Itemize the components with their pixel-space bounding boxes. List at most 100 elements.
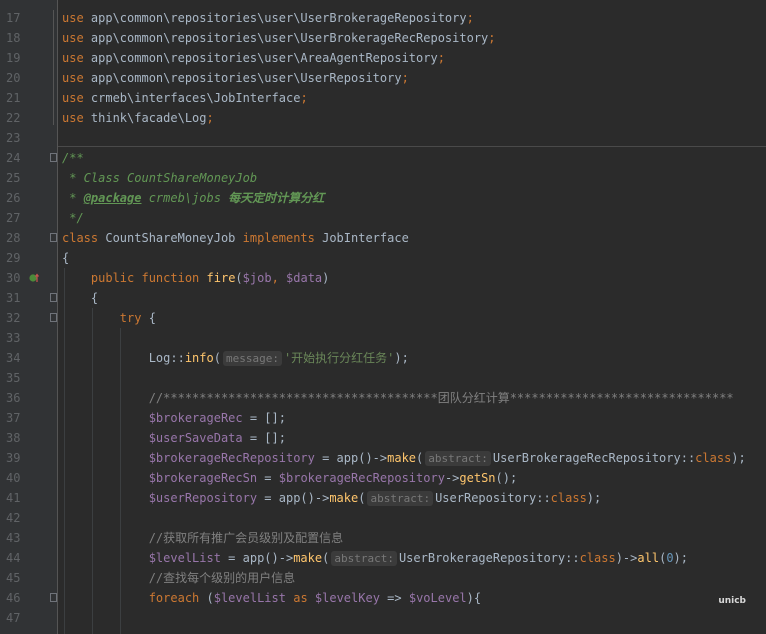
code-token: -> — [444, 471, 460, 485]
code-line[interactable]: 17 use app\common\repositories\user\UserB… — [0, 8, 766, 28]
code-line[interactable]: 18 use app\common\repositories\user\UserB… — [0, 28, 766, 48]
code-line[interactable]: 47 — [0, 608, 766, 628]
code-token: class — [62, 231, 99, 245]
code-line[interactable]: 43 //获取所有推广会员级别及配置信息 — [0, 528, 766, 548]
code-line[interactable]: 35 — [0, 368, 766, 388]
line-number: 19 — [6, 51, 21, 65]
code-text: use think\facade\Log; — [62, 108, 214, 128]
code-line[interactable]: 23 — [0, 128, 766, 148]
code-token: ; — [401, 71, 409, 85]
code-token: app\common\repositories\user\UserReposit… — [83, 71, 402, 85]
code-text: use app\common\repositories\user\UserRep… — [62, 68, 409, 88]
line-number: 45 — [6, 571, 21, 585]
code-line[interactable]: 20 use app\common\repositories\user\UserR… — [0, 68, 766, 88]
code-token: foreach — [148, 591, 200, 605]
code-token: => — [379, 591, 409, 605]
code-token: use — [62, 91, 84, 105]
code-token: UserRepository:: — [435, 491, 551, 505]
code-line[interactable]: 32 try { — [0, 308, 766, 328]
code-token: use — [62, 71, 84, 85]
code-text: use app\common\repositories\user\UserBro… — [62, 8, 474, 28]
code-token: ; — [466, 11, 474, 25]
code-text: /** — [62, 148, 84, 168]
code-line[interactable]: 37 $brokerageRec = []; — [0, 408, 766, 428]
code-token: getSn — [459, 471, 496, 485]
code-token: = app()-> — [220, 551, 294, 565]
code-token: fire — [206, 271, 236, 285]
code-token: = app()-> — [314, 451, 388, 465]
code-token: app\common\repositories\user\UserBrokera… — [83, 31, 489, 45]
code-line[interactable]: 21 use crmeb\interfaces\JobInterface; — [0, 88, 766, 108]
line-number: 44 — [6, 551, 21, 565]
code-line[interactable]: 31 { — [0, 288, 766, 308]
code-text: class CountShareMoneyJob implements JobI… — [62, 228, 409, 248]
code-token: CountShareMoneyJob — [98, 231, 243, 245]
code-text: * Class CountShareMoneyJob — [62, 168, 257, 188]
code-line[interactable]: 30 public function fire($job, $data) — [0, 268, 766, 288]
line-number: 33 — [6, 331, 21, 345]
code-text: foreach ($levelList as $levelKey => $voL… — [62, 588, 481, 608]
code-line[interactable]: 39 $brokerageRecRepository = app()->make… — [0, 448, 766, 468]
code-token: ; — [206, 111, 214, 125]
code-text: * @package crmeb\jobs 每天定时计算分红 — [62, 188, 324, 208]
code-token: use — [62, 111, 84, 125]
code-line[interactable]: 38 $userSaveData = []; — [0, 428, 766, 448]
code-token: ( — [199, 591, 214, 605]
code-token: * Class CountShareMoneyJob — [62, 171, 258, 185]
watermark-logo: unicb — [718, 596, 746, 606]
code-token: $brokerageRecSn — [148, 471, 258, 485]
code-token: use — [62, 51, 84, 65]
code-token: info — [184, 351, 214, 365]
code-token: implements — [242, 231, 315, 245]
code-line[interactable]: 29 { — [0, 248, 766, 268]
parameter-hint: abstract: — [367, 491, 434, 506]
code-token: ; — [488, 31, 496, 45]
line-number: 47 — [6, 611, 21, 625]
line-number: 29 — [6, 251, 21, 265]
code-line[interactable]: 46 foreach ($levelList as $levelKey => $… — [0, 588, 766, 608]
line-number: 31 — [6, 291, 21, 305]
code-line[interactable]: 41 $userRepository = app()->make(abstrac… — [0, 488, 766, 508]
code-line[interactable]: 24 /** — [0, 148, 766, 168]
code-line[interactable]: 28 class CountShareMoneyJob implements Jo… — [0, 228, 766, 248]
code-line[interactable]: 26 * @package crmeb\jobs 每天定时计算分红 — [0, 188, 766, 208]
code-text: $brokerageRecRepository = app()->make(ab… — [62, 448, 746, 468]
line-number: 24 — [6, 151, 21, 165]
code-line[interactable]: 27 */ — [0, 208, 766, 228]
code-token: $brokerageRecRepository — [148, 451, 315, 465]
code-line[interactable]: 42 — [0, 508, 766, 528]
code-line[interactable]: 19 use app\common\repositories\user\AreaA… — [0, 48, 766, 68]
code-token: ); — [731, 451, 746, 465]
code-token: class — [550, 491, 587, 505]
code-token: ); — [586, 491, 602, 505]
line-number: 42 — [6, 511, 21, 525]
code-text: $userSaveData = []; — [62, 428, 286, 448]
code-line[interactable]: 40 $brokerageRecSn = $brokerageRecReposi… — [0, 468, 766, 488]
code-token: { — [141, 311, 156, 325]
code-line[interactable]: 22 use think\facade\Log; — [0, 108, 766, 128]
code-token: ( — [213, 351, 221, 365]
code-editor[interactable]: 17 use app\common\repositories\user\UserB… — [0, 0, 766, 634]
code-line[interactable]: 45 //查找每个级别的用户信息 — [0, 568, 766, 588]
line-number: 25 — [6, 171, 21, 185]
line-number: 43 — [6, 531, 21, 545]
code-token: = app()-> — [257, 491, 330, 505]
code-token: = — [257, 471, 279, 485]
code-line[interactable]: 34 Log::info(message: '开始执行分红任务'); — [0, 348, 766, 368]
code-line[interactable]: 33 — [0, 328, 766, 348]
code-line[interactable]: 44 $levelList = app()->make(abstract: Use… — [0, 548, 766, 568]
code-token: ( — [358, 491, 366, 505]
code-token: Log:: — [62, 351, 185, 365]
line-number: 37 — [6, 411, 21, 425]
code-token: )-> — [615, 551, 638, 565]
line-number: 35 — [6, 371, 21, 385]
code-line[interactable]: 36 //***********************************… — [0, 388, 766, 408]
code-line[interactable]: 25 * Class CountShareMoneyJob — [0, 168, 766, 188]
